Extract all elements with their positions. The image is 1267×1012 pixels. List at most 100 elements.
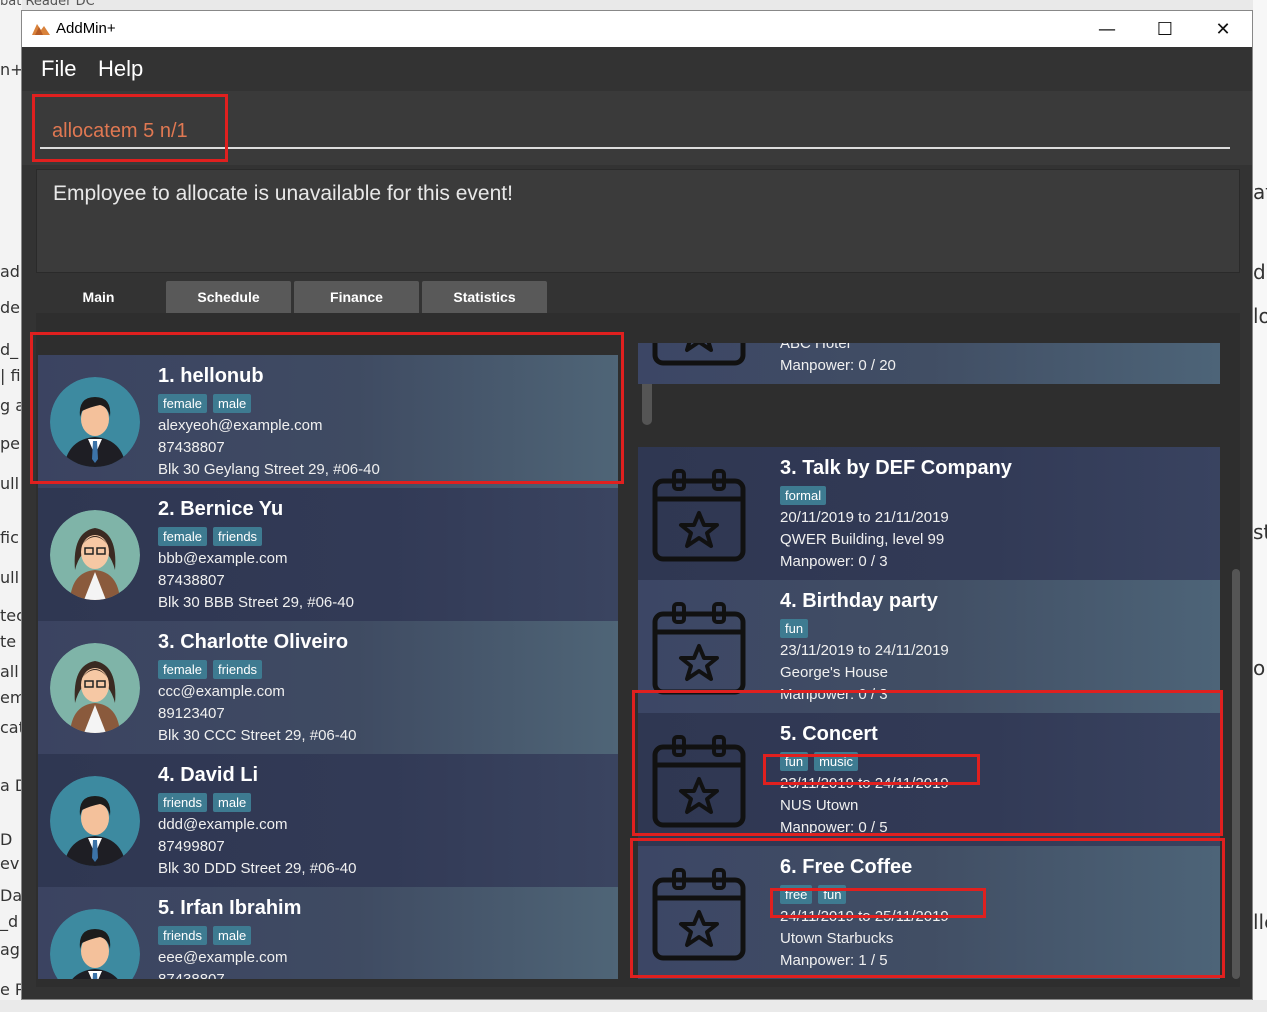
employee-phone: 87438807 — [158, 572, 225, 589]
employee-address: Blk 30 DDD Street 29, #06-40 — [158, 860, 357, 877]
event-manpower: Manpower: 0 / 3 — [780, 553, 888, 570]
event-dates: 20/11/2019 to 21/11/2019 — [780, 509, 949, 526]
employee-email: eee@example.com — [158, 949, 288, 966]
male-avatar-icon — [50, 377, 140, 467]
tag-list: free fun — [780, 885, 847, 904]
tab-schedule[interactable]: Schedule — [166, 281, 291, 313]
event-venue: NUS Utown — [780, 797, 859, 814]
close-icon: ✕ — [1215, 18, 1231, 40]
tab-finance[interactable]: Finance — [294, 281, 419, 313]
menu-file[interactable]: File — [41, 56, 76, 82]
calendar-star-icon — [652, 602, 746, 695]
background-text-fragment: | fi — [0, 366, 21, 385]
tag-list: friends male — [158, 793, 252, 812]
tag-list: friends male — [158, 926, 252, 945]
menu-help[interactable]: Help — [98, 56, 143, 82]
tag: fun — [780, 619, 809, 638]
tag: male — [213, 793, 252, 812]
background-text-fragment: _d — [0, 912, 19, 931]
event-manpower: Manpower: 0 / 5 — [780, 819, 888, 836]
background-window-bottom — [0, 1000, 1267, 1012]
result-message: Employee to allocate is unavailable for … — [53, 182, 513, 205]
event-card[interactable]: 4. Birthday party fun 23/11/2019 to 24/11/… — [638, 580, 1220, 713]
tab-statistics[interactable]: Statistics — [422, 281, 547, 313]
tag: formal — [780, 486, 827, 505]
tag: female — [158, 527, 208, 546]
employee-name: 3. Charlotte Oliveiro — [158, 631, 349, 653]
background-text-fragment: d — [1253, 260, 1266, 284]
tag: music — [814, 752, 859, 771]
minimize-button[interactable]: — — [1078, 11, 1136, 47]
avatar — [50, 377, 140, 467]
event-manpower: Manpower: 1 / 5 — [780, 952, 888, 969]
maximize-button[interactable]: ☐ — [1136, 11, 1194, 47]
employee-card[interactable]: 5. Irfan Ibrahim friends male eee@example.c… — [38, 887, 618, 979]
tag-list: fun — [780, 619, 809, 638]
tab-main[interactable]: Main — [36, 281, 161, 313]
background-text-fragment: te — [0, 632, 17, 651]
tag: male — [213, 926, 252, 945]
avatar — [50, 643, 140, 733]
employee-phone: 87438807 — [158, 971, 225, 979]
calendar-star-icon — [652, 343, 746, 366]
event-card[interactable]: 5. Concert fun music 23/11/2019 to 24/11/20… — [638, 713, 1220, 846]
event-manpower: Manpower: 0 / 3 — [780, 686, 888, 703]
male-avatar-icon — [50, 909, 140, 979]
employee-list[interactable]: 1. hellonub female male alexyeoh@example.co… — [38, 343, 618, 979]
command-input[interactable]: allocatem 5 n/1 — [40, 113, 1230, 149]
close-button[interactable]: ✕ — [1194, 11, 1252, 47]
employee-email: ccc@example.com — [158, 683, 285, 700]
background-text-fragment: ag — [0, 940, 20, 959]
tag-list: fun music — [780, 752, 859, 771]
employee-card[interactable]: 2. Bernice Yu female friends bbb@example.co… — [38, 488, 618, 621]
employee-name: 5. Irfan Ibrahim — [158, 897, 302, 919]
minimize-icon: — — [1098, 18, 1116, 40]
background-text-fragment: ull — [0, 474, 20, 493]
employee-card[interactable]: 3. Charlotte Oliveiro female friends ccc@ex… — [38, 621, 618, 754]
employee-card[interactable]: 4. David Li friends male ddd@example.com 874… — [38, 754, 618, 887]
background-text-fragment: d_ — [0, 340, 19, 359]
background-text-fragment: all — [0, 662, 19, 681]
event-name: 5. Concert — [780, 723, 878, 745]
event-card[interactable]: 6. Free Coffee free fun 24/11/2019 to 25/11… — [638, 846, 1220, 979]
event-name: 6. Free Coffee — [780, 856, 913, 878]
tag: male — [213, 394, 252, 413]
tag-list: female friends — [158, 660, 263, 679]
background-text-fragment: ad — [0, 262, 20, 281]
event-list[interactable]: above21informal20/10/2019 to 20/10/2019A… — [638, 343, 1220, 979]
calendar-star-icon — [652, 469, 746, 562]
event-list-scrollbar[interactable] — [1232, 569, 1240, 979]
employee-email: alexyeoh@example.com — [158, 417, 323, 434]
background-window-title: bat Reader DC — [0, 0, 95, 9]
event-dates: 23/11/2019 to 24/11/2019 — [780, 642, 949, 659]
avatar — [50, 909, 140, 979]
employee-address: Blk 30 BBB Street 29, #06-40 — [158, 594, 354, 611]
tag: friends — [158, 926, 208, 945]
avatar — [50, 776, 140, 866]
background-text-fragment: at — [1253, 180, 1267, 204]
main-panel: 1. hellonub female male alexyeoh@example.co… — [36, 313, 1240, 987]
employee-address: Blk 30 Geylang Street 29, #06-40 — [158, 461, 380, 478]
app-window: AddMin+ — ☐ ✕ File Help allocatem 5 n/1 … — [21, 10, 1253, 1000]
background-text-fragment: st — [1253, 520, 1267, 544]
calendar-star-icon — [652, 735, 746, 828]
event-card[interactable]: 3. Talk by DEF Company formal 20/11/2019 t… — [638, 447, 1220, 580]
tag: friends — [213, 660, 263, 679]
tag-list: formal — [780, 486, 827, 505]
background-text-fragment: Da — [0, 886, 23, 905]
event-name: 3. Talk by DEF Company — [780, 457, 1012, 479]
tag: friends — [158, 793, 208, 812]
title-bar: AddMin+ — ☐ ✕ — [22, 11, 1252, 47]
employee-card[interactable]: 1. hellonub female male alexyeoh@example.co… — [38, 355, 618, 488]
event-card[interactable]: above21informal20/10/2019 to 20/10/2019A… — [638, 343, 1220, 384]
tag: fun — [780, 752, 809, 771]
window-title: AddMin+ — [56, 20, 116, 37]
event-venue: ABC Hotel — [780, 343, 851, 352]
event-venue: QWER Building, level 99 — [780, 531, 945, 548]
background-text-fragment: lo — [1253, 304, 1267, 328]
employee-name: 1. hellonub — [158, 365, 264, 387]
event-dates: 24/11/2019 to 25/11/2019 — [780, 908, 949, 925]
app-logo-icon — [32, 24, 50, 35]
event-dates: 23/11/2019 to 24/11/2019 — [780, 775, 949, 792]
employee-name: 4. David Li — [158, 764, 259, 786]
